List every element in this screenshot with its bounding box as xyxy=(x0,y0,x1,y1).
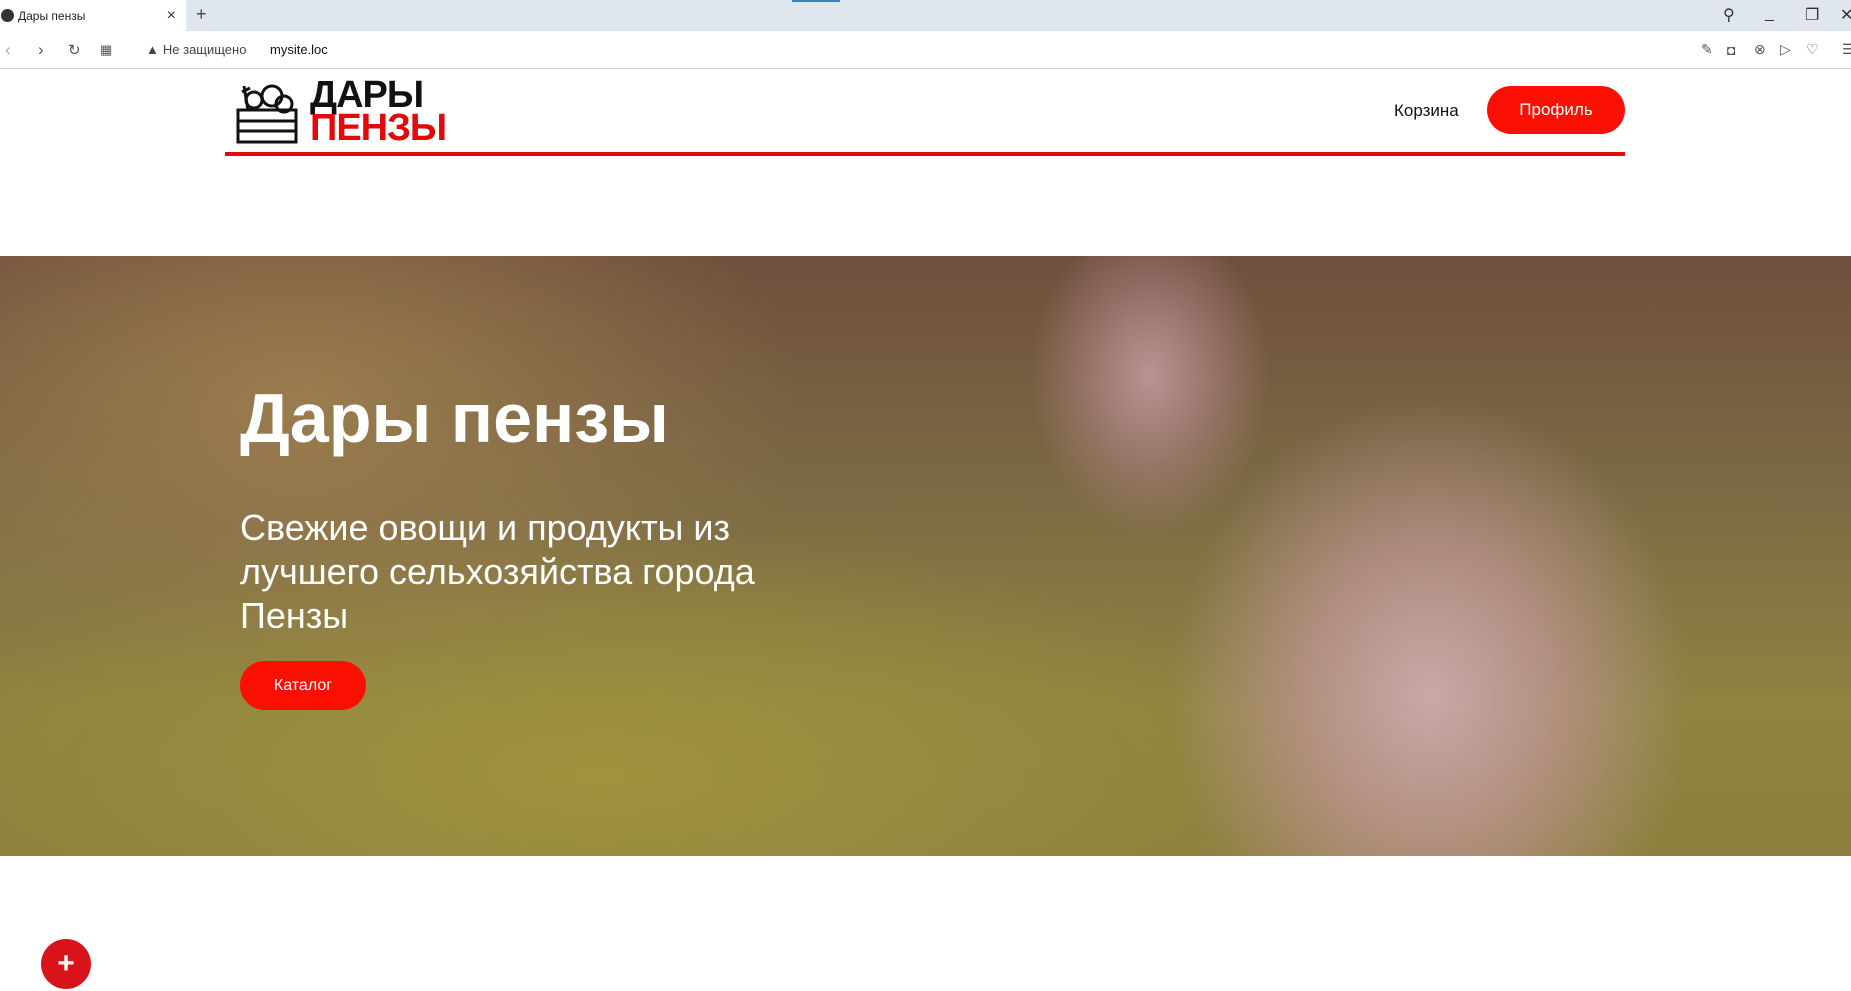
globe-icon xyxy=(1,9,14,22)
add-button[interactable]: + xyxy=(41,939,91,989)
heart-icon[interactable]: ♡ xyxy=(1806,41,1819,58)
cart-link[interactable]: Корзина xyxy=(1394,101,1459,121)
hero-title: Дары пензы xyxy=(240,379,669,457)
catalog-button[interactable]: Каталог xyxy=(240,661,366,710)
security-indicator[interactable]: ▲ Не защищено xyxy=(146,42,246,57)
window-close-icon[interactable]: ✕ xyxy=(1840,5,1851,25)
address-bar: ‹ › ↻ ▦ ▲ Не защищено mysite.loc ✎ ◘ ⊗ ▷… xyxy=(0,31,1851,69)
camera-icon[interactable]: ◘ xyxy=(1727,42,1735,58)
apps-icon[interactable]: ▦ xyxy=(100,42,112,58)
security-label: Не защищено xyxy=(162,42,247,57)
profile-button[interactable]: Профиль xyxy=(1487,86,1625,134)
restore-icon[interactable]: ❐ xyxy=(1805,5,1819,25)
url-input[interactable]: mysite.loc xyxy=(270,42,328,57)
site-header: ДАРЫ ПЕНЗЫ Корзина Профиль xyxy=(225,69,1625,156)
reload-icon[interactable]: ↻ xyxy=(68,41,81,59)
menu-icon[interactable]: ☰ xyxy=(1842,41,1851,58)
hero-subtitle: Свежие овощи и продукты из лучшего сельх… xyxy=(240,507,755,636)
tab-title: Дары пензы xyxy=(18,8,86,23)
minimize-icon[interactable]: _ xyxy=(1765,5,1774,23)
back-icon[interactable]: ‹ xyxy=(5,40,11,60)
browser-tab-bar: Дары пензы × + ⚲ _ ❐ ✕ xyxy=(0,0,1851,31)
hero-banner: Дары пензы Свежие овощи и продукты из лу… xyxy=(0,256,1851,856)
tab-close-icon[interactable]: × xyxy=(167,7,176,25)
edit-icon[interactable]: ✎ xyxy=(1701,41,1713,58)
warning-icon: ▲ xyxy=(146,42,159,57)
vegetable-crate-icon xyxy=(236,84,298,144)
browser-tab[interactable]: Дары пензы × xyxy=(0,0,186,31)
shield-icon[interactable]: ⊗ xyxy=(1754,41,1766,58)
new-tab-button[interactable]: + xyxy=(196,4,207,25)
send-icon[interactable]: ▷ xyxy=(1780,41,1791,58)
forward-icon[interactable]: › xyxy=(38,40,44,60)
loading-indicator xyxy=(792,0,840,2)
logo-line2: ПЕНЗЫ xyxy=(310,107,447,149)
logo[interactable]: ДАРЫ ПЕНЗЫ xyxy=(236,76,447,149)
search-icon[interactable]: ⚲ xyxy=(1723,5,1735,25)
